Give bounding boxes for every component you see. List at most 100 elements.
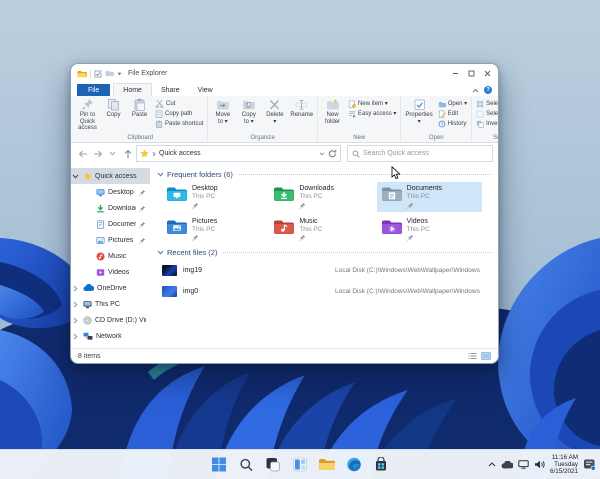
rename-icon <box>295 98 308 111</box>
tile-name: Desktop <box>192 185 218 192</box>
minimize-button[interactable] <box>447 68 463 79</box>
qat-properties-icon[interactable] <box>94 70 102 78</box>
folder-tile-music[interactable]: Music This PC <box>269 215 374 245</box>
taskbar-start-button[interactable] <box>211 456 228 473</box>
onedrive-tray-icon[interactable] <box>501 460 513 469</box>
recent-file-img0[interactable]: img0 Local Disk (C:)\Windows\Web\Wallpape… <box>162 281 486 302</box>
tree-expanded-icon <box>71 174 80 179</box>
move-to-icon <box>216 98 230 111</box>
ribbon-invert-selection[interactable]: Invert selection <box>474 119 498 128</box>
folder-tile-documents[interactable]: Documents This PC <box>376 182 482 212</box>
recent-files-header[interactable]: Recent files (2) <box>157 248 492 257</box>
titlebar[interactable]: File Explorer <box>71 64 498 81</box>
ribbon-paste[interactable]: Paste <box>127 97 152 134</box>
system-tray: 11:16 AM Tuesday 6/15/2021 <box>488 450 596 479</box>
ribbon-edit[interactable]: Edit <box>436 109 469 118</box>
tabs-holder: File Home Share View <box>77 83 222 96</box>
folder-tile-pictures[interactable]: Pictures This PC <box>162 215 267 245</box>
thumbnails-view-icon[interactable] <box>481 352 491 360</box>
sidebar-item-desktop[interactable]: Desktop <box>71 184 150 200</box>
tab-file[interactable]: File <box>77 84 111 96</box>
ribbon-group-open: Properties ▾ Open ▾ Edit History Open <box>401 97 473 142</box>
sidebar-item-documents[interactable]: Documents <box>71 216 150 232</box>
up-button[interactable] <box>121 149 134 159</box>
tab-share[interactable]: Share <box>152 84 189 96</box>
ribbon-pin-to-quick-access[interactable]: Pin to Quick access <box>75 97 100 134</box>
folder-tile-videos[interactable]: Videos This PC <box>377 215 482 245</box>
cd-drive-icon <box>83 315 92 325</box>
taskbar-widgets-button[interactable] <box>292 456 309 473</box>
ribbon-move-to[interactable]: Move to ▾ <box>210 97 235 134</box>
ribbon-new-folder[interactable]: New folder <box>320 97 345 134</box>
sidebar-item-quick-access[interactable]: Quick access <box>71 168 150 184</box>
tab-home[interactable]: Home <box>113 83 152 96</box>
ribbon-copy-to[interactable]: Copy to ▾ <box>236 97 261 134</box>
sidebar-item-videos[interactable]: Videos <box>71 264 150 280</box>
ribbon-rename[interactable]: Rename <box>288 97 315 134</box>
edit-icon <box>438 109 446 118</box>
frequent-folders-header[interactable]: Frequent folders (6) <box>157 170 492 179</box>
taskbar-clock[interactable]: 11:16 AM Tuesday 6/15/2021 <box>550 454 578 475</box>
ribbon-select-all[interactable]: Select all <box>474 99 498 108</box>
sidebar-item-downloads[interactable]: Downloads <box>71 200 150 216</box>
network-tray-icon[interactable] <box>518 460 529 469</box>
recent-file-img19[interactable]: img19 Local Disk (C:)\Windows\Web\Wallpap… <box>162 260 486 281</box>
volume-tray-icon[interactable] <box>534 460 545 469</box>
recent-locations-chevron-icon[interactable] <box>106 151 119 156</box>
help-icon[interactable]: ? <box>484 86 492 94</box>
taskbar-search-button[interactable] <box>238 456 255 473</box>
ribbon-group-label: Clipboard <box>127 135 154 141</box>
sidebar-item-cd-drive-d-virtual[interactable]: CD Drive (D:) Virtual <box>71 312 150 328</box>
network-icon <box>83 332 93 341</box>
back-button[interactable] <box>76 150 89 158</box>
clock-day: Tuesday <box>554 461 578 468</box>
window-title: File Explorer <box>128 70 168 77</box>
ribbon-history[interactable]: History <box>436 119 469 128</box>
sidebar-item-network[interactable]: Network <box>71 328 150 344</box>
file-explorer-window: File Explorer File Home Share View ? Pin to… <box>70 63 499 364</box>
ribbon-copy[interactable]: Copy <box>101 97 126 134</box>
videos-folder-icon <box>381 218 403 235</box>
taskbar-microsoft-store-button[interactable] <box>373 456 390 473</box>
taskbar-file-explorer-button[interactable] <box>319 456 336 473</box>
taskbar-task-view-button[interactable] <box>265 456 282 473</box>
close-button[interactable] <box>479 68 495 79</box>
ribbon-easy-access[interactable]: Easy access ▾ <box>346 109 398 118</box>
qat-customize-caret-icon[interactable] <box>117 72 122 76</box>
ribbon-copy-path[interactable]: Copy path <box>153 109 205 118</box>
address-dropdown-chevron-icon[interactable] <box>319 151 325 156</box>
clock-date: 6/15/2021 <box>549 468 578 475</box>
copy-icon <box>107 98 120 111</box>
taskbar-microsoft-edge-button[interactable] <box>346 456 363 473</box>
ribbon-open[interactable]: Open ▾ <box>436 99 469 108</box>
search-box[interactable]: Search Quick access <box>347 145 493 162</box>
ribbon-delete[interactable]: Delete ▾ <box>262 97 287 134</box>
ribbon-properties[interactable]: Properties ▾ <box>403 97 434 134</box>
address-bar[interactable]: Quick access <box>136 145 342 162</box>
ribbon-select-none[interactable]: Select none <box>474 109 498 118</box>
tile-name: Documents <box>406 185 443 192</box>
ribbon-paste-shortcut[interactable]: Paste shortcut <box>153 119 205 128</box>
ribbon-new-item[interactable]: New item ▾ <box>346 99 398 108</box>
pictures-folder-icon <box>166 218 188 235</box>
forward-button[interactable] <box>91 150 104 158</box>
sidebar-item-music[interactable]: Music <box>71 248 150 264</box>
downloads-icon <box>96 204 105 213</box>
sidebar-item-this-pc[interactable]: This PC <box>71 296 150 312</box>
details-view-icon[interactable] <box>468 352 477 360</box>
tab-view[interactable]: View <box>189 84 222 96</box>
ribbon-cut[interactable]: Cut <box>153 99 205 108</box>
refresh-icon[interactable] <box>328 149 337 158</box>
folder-tile-downloads[interactable]: Downloads This PC <box>269 182 374 212</box>
explorer-folder-icon <box>77 70 87 78</box>
tray-chevron-up-icon[interactable] <box>488 462 496 467</box>
this-pc-icon <box>83 300 92 309</box>
maximize-button[interactable] <box>463 68 479 79</box>
sidebar-item-pictures[interactable]: Pictures <box>71 232 150 248</box>
qat-new-folder-icon[interactable] <box>105 70 114 77</box>
collapse-ribbon-icon[interactable] <box>472 88 479 93</box>
sidebar-item-onedrive[interactable]: OneDrive <box>71 280 150 296</box>
folder-tile-desktop[interactable]: Desktop This PC <box>162 182 267 212</box>
notification-icon[interactable] <box>583 458 596 471</box>
content-area: Frequent folders (6) Desktop This PC Down… <box>150 164 498 348</box>
